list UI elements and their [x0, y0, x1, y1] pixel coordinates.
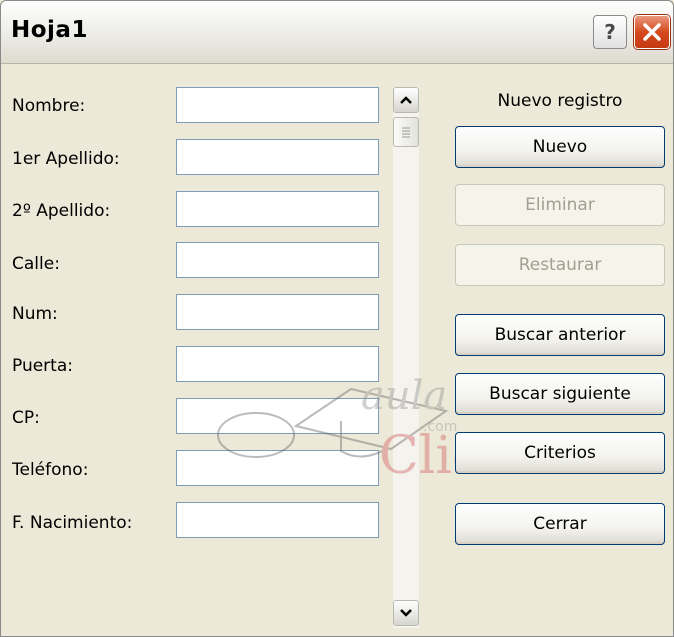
label-f-nacimiento: F. Nacimiento:: [12, 513, 133, 533]
label-cp: CP:: [12, 408, 40, 428]
record-status: Nuevo registro: [497, 91, 623, 111]
buscar-siguiente-button[interactable]: Buscar siguiente: [455, 373, 665, 415]
cp-field[interactable]: [176, 398, 379, 434]
label-1er-apellido: 1er Apellido:: [12, 149, 120, 169]
label-nombre: Nombre:: [12, 96, 86, 116]
segundo-apellido-field[interactable]: [176, 191, 379, 227]
scroll-up-button[interactable]: [393, 87, 419, 113]
watermark-text-dot: .com: [423, 419, 457, 435]
criterios-button[interactable]: Criterios: [455, 432, 665, 474]
chevron-up-icon: [400, 96, 412, 104]
chevron-down-icon: [400, 609, 412, 617]
cerrar-button[interactable]: Cerrar: [455, 503, 665, 545]
data-form-dialog: Hoja1 ? Nombre: 1er Apellido: 2º Apellid…: [0, 0, 674, 637]
help-button[interactable]: ?: [593, 15, 627, 49]
label-num: Num:: [12, 304, 58, 324]
label-telefono: Teléfono:: [12, 460, 89, 480]
nombre-field[interactable]: [176, 87, 379, 123]
primer-apellido-field[interactable]: [176, 139, 379, 175]
help-icon: ?: [604, 20, 616, 44]
puerta-field[interactable]: [176, 346, 379, 382]
window-title: Hoja1: [11, 17, 88, 43]
nuevo-button[interactable]: Nuevo: [455, 126, 665, 168]
label-puerta: Puerta:: [12, 356, 73, 376]
eliminar-button[interactable]: Eliminar: [455, 184, 665, 226]
telefono-field[interactable]: [176, 450, 379, 486]
title-bar[interactable]: Hoja1 ?: [1, 1, 673, 64]
scroll-thumb[interactable]: [393, 117, 419, 147]
grip-icon: [402, 127, 410, 138]
label-2o-apellido: 2º Apellido:: [12, 201, 111, 221]
calle-field[interactable]: [176, 242, 379, 278]
f-nacimiento-field[interactable]: [176, 502, 379, 538]
num-field[interactable]: [176, 294, 379, 330]
buscar-anterior-button[interactable]: Buscar anterior: [455, 314, 665, 356]
label-calle: Calle:: [12, 254, 60, 274]
record-scrollbar[interactable]: [393, 87, 419, 628]
close-window-button[interactable]: [634, 15, 670, 49]
restaurar-button[interactable]: Restaurar: [455, 244, 665, 286]
scroll-down-button[interactable]: [393, 600, 419, 626]
close-icon: [643, 23, 661, 41]
